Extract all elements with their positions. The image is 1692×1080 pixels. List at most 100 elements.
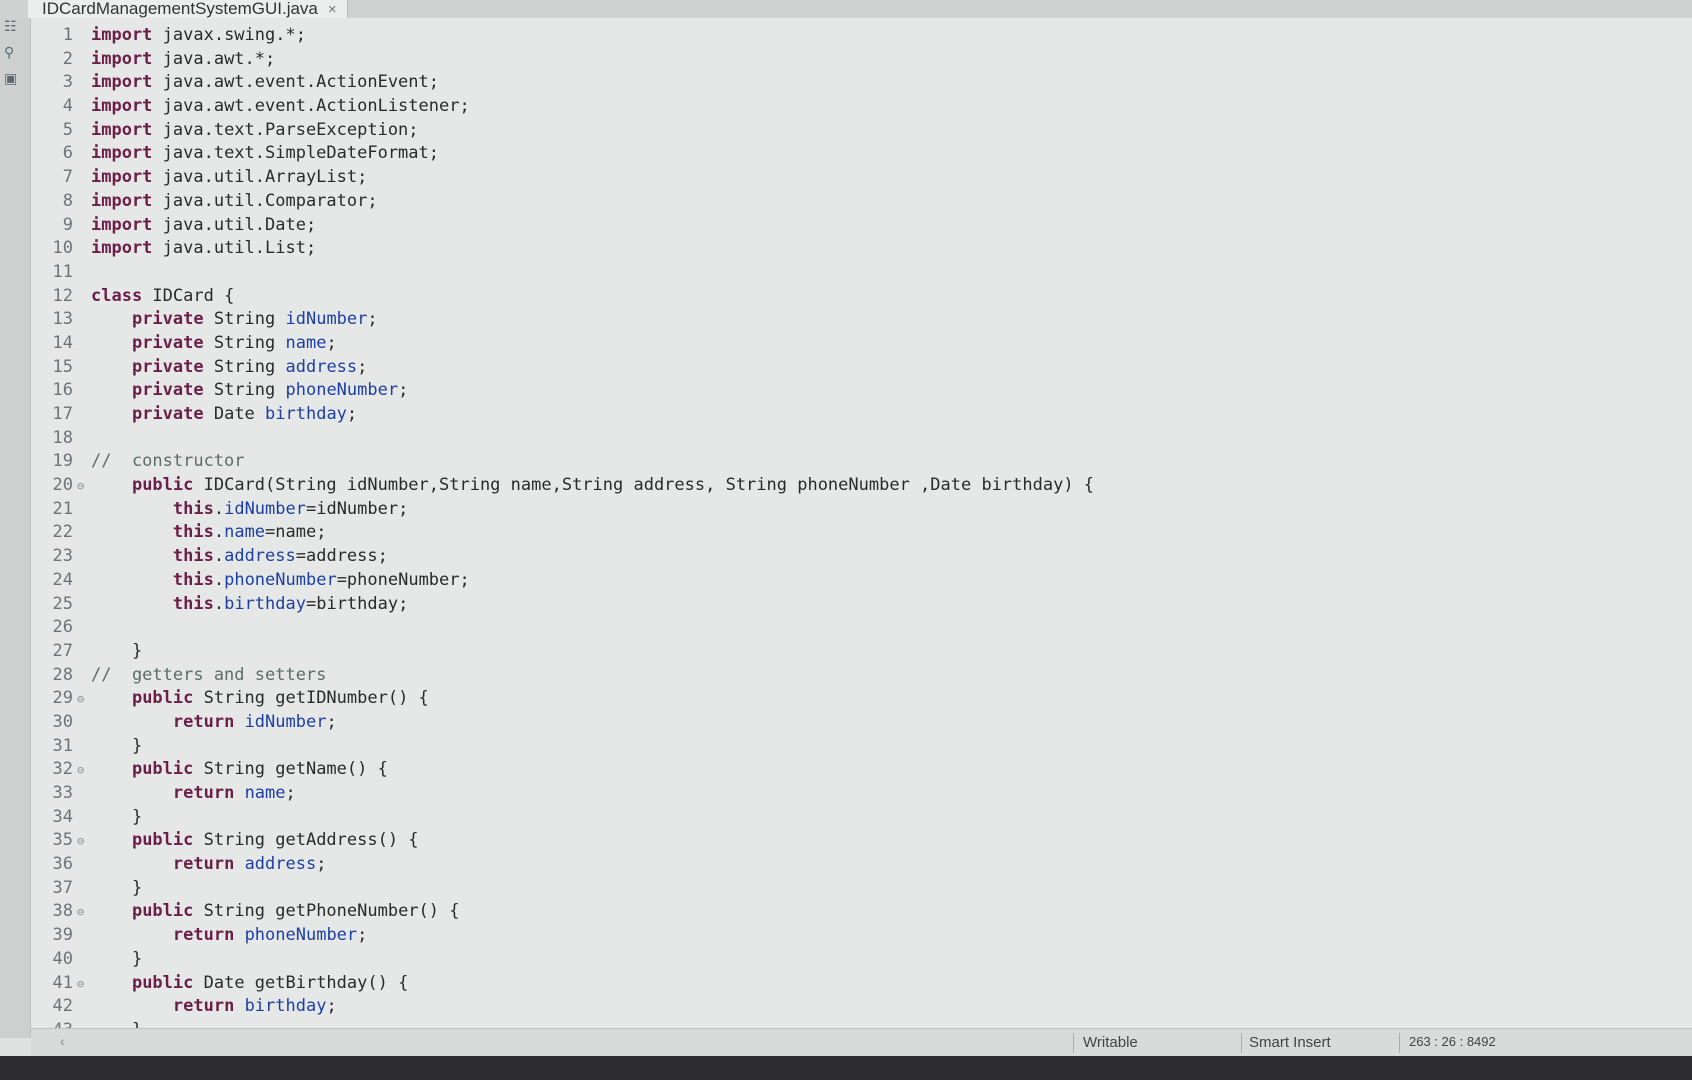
editor-tab-bar: IDCardManagementSystemGUI.java ×: [0, 0, 1692, 18]
code-line[interactable]: 39 return phoneNumber;: [31, 924, 1692, 948]
code-line[interactable]: 25 this.birthday=birthday;: [31, 593, 1692, 617]
code-line[interactable]: 9 import java.util.Date;: [31, 214, 1692, 238]
keyword-token: class: [91, 285, 143, 306]
close-icon[interactable]: ×: [328, 1, 337, 18]
code-line[interactable]: 32 ⊖ public String getName() {: [31, 758, 1692, 782]
code-editor[interactable]: 1 import javax.swing.*; 2 import java.awt.*…: [31, 18, 1692, 1040]
line-number: 9: [62, 214, 73, 235]
code-token: ;: [326, 996, 337, 1017]
code-line[interactable]: 3 import java.awt.event.ActionEvent;: [31, 71, 1692, 95]
fold-toggle-icon[interactable]: ⊖: [77, 901, 91, 925]
line-number: 27: [52, 640, 73, 661]
code-token: Date: [203, 404, 266, 424]
keyword-token: private: [131, 404, 204, 424]
status-insert-mode: Smart Insert: [1249, 1034, 1331, 1051]
code-line[interactable]: 31 }: [31, 735, 1692, 759]
fold-toggle-icon[interactable]: ⊖: [77, 759, 91, 783]
code-line[interactable]: 27 }: [31, 640, 1692, 664]
code-line[interactable]: 24 this.phoneNumber=phoneNumber;: [31, 569, 1692, 593]
code-line[interactable]: 28 // getters and setters: [31, 664, 1692, 688]
code-line[interactable]: 17 private Date birthday;: [31, 403, 1692, 427]
tab-title: IDCardManagementSystemGUI.java: [42, 0, 318, 18]
code-line[interactable]: 19 // constructor: [31, 450, 1692, 474]
outline-icon[interactable]: ☷: [4, 18, 17, 35]
fold-toggle-icon[interactable]: ⊖: [77, 830, 91, 854]
line-number: 1: [62, 25, 73, 45]
line-number: 31: [52, 735, 73, 756]
code-line[interactable]: 33 return name;: [31, 782, 1692, 806]
fold-toggle-icon[interactable]: ⊖: [77, 688, 91, 712]
code-line[interactable]: 4 import java.awt.event.ActionListener;: [31, 95, 1692, 119]
code-line[interactable]: 2 import java.awt.*;: [31, 48, 1692, 72]
code-line[interactable]: 30 return idNumber;: [31, 711, 1692, 735]
fold-toggle-icon[interactable]: ⊖: [77, 973, 91, 997]
code-line[interactable]: 13 private String idNumber;: [31, 308, 1692, 332]
code-line[interactable]: 1 import javax.swing.*;: [31, 24, 1692, 48]
code-line[interactable]: 5 import java.text.ParseException;: [31, 119, 1692, 143]
line-number: 3: [62, 72, 73, 93]
code-line[interactable]: 23 this.address=address;: [31, 545, 1692, 569]
code-line[interactable]: 10 import java.util.List;: [31, 237, 1692, 261]
code-line[interactable]: 41 ⊖ public Date getBirthday() {: [31, 972, 1692, 996]
code-line[interactable]: 12 class IDCard {: [31, 285, 1692, 309]
line-number: 34: [52, 806, 73, 827]
code-token: =idNumber;: [305, 498, 409, 519]
code-line[interactable]: 16 private String phoneNumber;: [31, 379, 1692, 403]
field-token: address: [244, 854, 317, 875]
code-line[interactable]: 38 ⊖ public String getPhoneNumber() {: [31, 900, 1692, 924]
code-line[interactable]: 21 this.idNumber=idNumber;: [31, 498, 1692, 522]
code-line[interactable]: 18: [31, 427, 1692, 451]
code-token: java.awt.event.ActionListener;: [152, 96, 470, 117]
left-gutter-toolbar: ☷ ⚲ ▣: [0, 18, 31, 1038]
code-line[interactable]: 34 }: [31, 806, 1692, 830]
code-line[interactable]: 37 }: [31, 877, 1692, 901]
keyword-token: return: [172, 783, 235, 803]
code-line[interactable]: 11: [31, 261, 1692, 285]
line-number: 29: [52, 688, 73, 709]
code-line[interactable]: 7 import java.util.ArrayList;: [31, 166, 1692, 190]
comment-token: // getters and setters: [91, 664, 327, 685]
code-token: java.awt.event.ActionEvent;: [152, 72, 439, 93]
code-line[interactable]: 20 ⊖ public IDCard(String idNumber,String…: [31, 474, 1692, 498]
code-line[interactable]: 42 return birthday;: [31, 995, 1692, 1019]
code-token: String: [203, 356, 286, 377]
line-number: 37: [52, 877, 73, 898]
scroll-left-icon[interactable]: ‹: [60, 1033, 65, 1049]
tab-idcard-management-system-gui[interactable]: IDCardManagementSystemGUI.java ×: [28, 0, 348, 18]
line-number: 33: [52, 783, 73, 803]
code-line[interactable]: 22 this.name=name;: [31, 521, 1692, 545]
line-number: 14: [52, 332, 73, 353]
code-line[interactable]: 8 import java.util.Comparator;: [31, 190, 1692, 214]
code-line[interactable]: 29 ⊖ public String getIDNumber() {: [31, 687, 1692, 711]
code-line[interactable]: 40 }: [31, 948, 1692, 972]
code-token: java.util.ArrayList;: [152, 167, 368, 188]
code-token: ;: [326, 332, 337, 353]
search-icon[interactable]: ⚲: [4, 44, 14, 61]
code-line[interactable]: 14 private String name;: [31, 332, 1692, 356]
code-token: Date getBirthday() {: [193, 972, 409, 993]
line-number: 22: [52, 522, 73, 543]
line-number: 32: [52, 759, 73, 780]
code-token: =name;: [265, 522, 327, 543]
code-line[interactable]: 6 import java.text.SimpleDateFormat;: [31, 142, 1692, 166]
code-line[interactable]: 35 ⊖ public String getAddress() {: [31, 829, 1692, 853]
panel-icon[interactable]: ▣: [4, 70, 17, 87]
code-line[interactable]: 15 private String address;: [31, 356, 1692, 380]
keyword-token: public: [131, 830, 194, 851]
code-token: IDCard(String idNumber,String name,Strin…: [193, 475, 1095, 496]
keyword-token: import: [91, 190, 153, 211]
fold-toggle-icon[interactable]: ⊖: [77, 475, 91, 499]
line-number: 41: [52, 972, 73, 993]
code-line[interactable]: 36 return address;: [31, 853, 1692, 877]
code-line[interactable]: 26: [31, 616, 1692, 640]
field-token: idNumber: [244, 711, 327, 732]
line-number: 4: [62, 96, 73, 117]
code-token: }: [91, 735, 143, 756]
code-token: .: [213, 569, 225, 590]
